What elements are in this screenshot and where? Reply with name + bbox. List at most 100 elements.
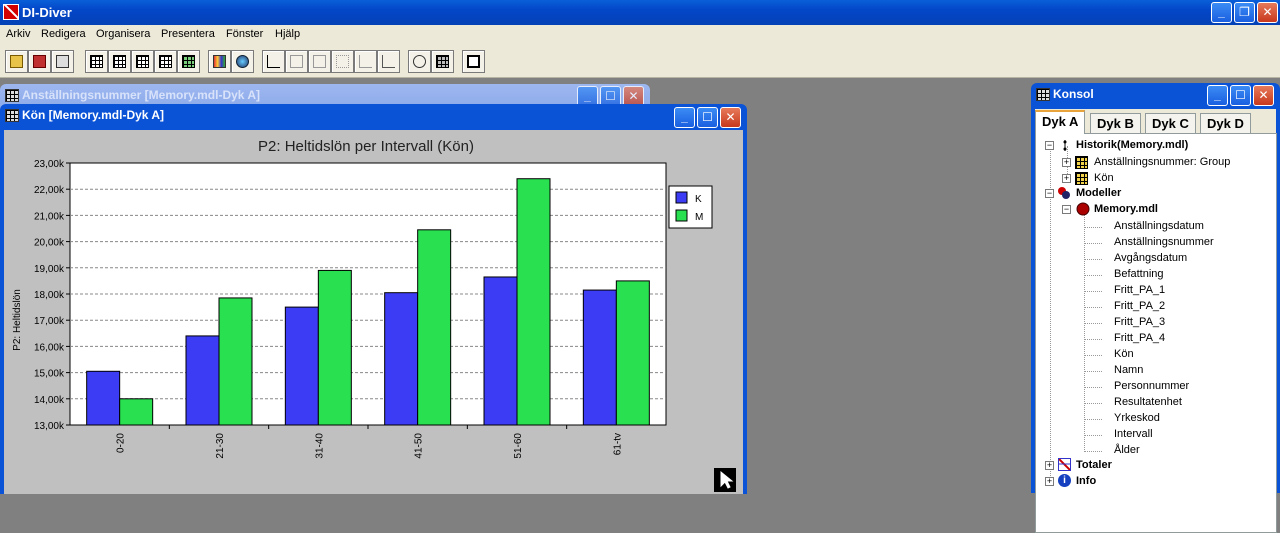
tree-node-field[interactable]: Fritt_PA_2	[1114, 300, 1165, 312]
tree-node-field[interactable]: Avgångsdatum	[1114, 252, 1187, 264]
bar-m-51-60[interactable]	[516, 178, 551, 426]
menu-fonster[interactable]: Fönster	[226, 28, 263, 40]
table-button-1[interactable]	[85, 50, 108, 73]
bar-k-41-50[interactable]	[384, 292, 419, 426]
tab-dyk-d[interactable]: Dyk D	[1200, 113, 1251, 133]
minimize-button[interactable]: _	[1211, 2, 1232, 23]
tree-node-models[interactable]: Modeller	[1076, 187, 1121, 199]
grid-icon	[436, 55, 449, 68]
maximize-button[interactable]: ☐	[697, 107, 718, 128]
collapse-toggle[interactable]: −	[1045, 141, 1054, 150]
expand-toggle[interactable]: +	[1062, 158, 1071, 167]
bar-m-61-tv[interactable]	[615, 280, 650, 426]
curve-icon	[359, 55, 372, 68]
table-icon	[1036, 88, 1050, 101]
x-tick-label: 31-40	[314, 433, 325, 459]
tree-node-field[interactable]: Personnummer	[1114, 380, 1189, 392]
tree-node-field[interactable]: Fritt_PA_1	[1114, 284, 1165, 296]
y-tick-label: 19,00k	[34, 264, 65, 275]
menu-bar: Arkiv Redigera Organisera Presentera Fön…	[0, 25, 1280, 45]
y-tick-label: 22,00k	[34, 185, 65, 196]
tree-node-field[interactable]: Fritt_PA_3	[1114, 316, 1165, 328]
palette-button[interactable]	[208, 50, 231, 73]
tool-button-9[interactable]	[462, 50, 485, 73]
bar-m-31-40[interactable]	[317, 269, 352, 426]
minimize-button[interactable]: _	[674, 107, 695, 128]
expand-toggle[interactable]: +	[1062, 174, 1071, 183]
expand-toggle[interactable]: +	[1045, 461, 1054, 470]
table-button-4[interactable]	[154, 50, 177, 73]
tree-node-field[interactable]: Fritt_PA_4	[1114, 332, 1165, 344]
tool-button-3[interactable]	[308, 50, 331, 73]
restore-button[interactable]: ❐	[1234, 2, 1255, 23]
globe-button[interactable]	[231, 50, 254, 73]
pointer-tool-button[interactable]	[714, 468, 736, 492]
bar-m-41-50[interactable]	[417, 229, 452, 426]
table-icon	[5, 89, 19, 102]
y-tick-label: 13,00k	[34, 421, 65, 432]
tool-button-7[interactable]	[408, 50, 431, 73]
y-tick-label: 21,00k	[34, 211, 65, 222]
close-file-button[interactable]	[28, 50, 51, 73]
tree-node-field[interactable]: Kön	[1114, 348, 1134, 360]
tree-node-field[interactable]: Ålder	[1114, 444, 1140, 456]
collapse-toggle[interactable]: −	[1045, 189, 1054, 198]
bar-k-51-60[interactable]	[483, 276, 518, 426]
maximize-button[interactable]: ☐	[1230, 85, 1251, 106]
print-button[interactable]	[51, 50, 74, 73]
bar-k-31-40[interactable]	[284, 306, 319, 426]
tool-button-8[interactable]	[431, 50, 454, 73]
camera-icon	[313, 55, 326, 68]
tree-node-field[interactable]: Anställningsnummer	[1114, 236, 1214, 248]
collapse-toggle[interactable]: −	[1062, 205, 1071, 214]
tree-node-field[interactable]: Anställningsdatum	[1114, 220, 1204, 232]
menu-arkiv[interactable]: Arkiv	[6, 28, 30, 40]
table-button-2[interactable]	[108, 50, 131, 73]
tab-dyk-c[interactable]: Dyk C	[1145, 113, 1196, 133]
table-icon	[159, 55, 172, 68]
window-konsol[interactable]: Konsol _ ☐ ✕ Dyk A Dyk B Dyk C Dyk D − H…	[1031, 83, 1280, 533]
info-icon: i	[1058, 474, 1071, 487]
legend-swatch-m	[675, 209, 688, 222]
close-button[interactable]: ✕	[1253, 85, 1274, 106]
line-chart-button[interactable]	[262, 50, 285, 73]
tool-button-4[interactable]	[331, 50, 354, 73]
close-button[interactable]: ✕	[720, 107, 741, 128]
menu-redigera[interactable]: Redigera	[41, 28, 86, 40]
menu-hjalp[interactable]: Hjälp	[275, 28, 300, 40]
bar-k-21-30[interactable]	[185, 335, 220, 426]
tree-node-field[interactable]: Resultatenhet	[1114, 396, 1182, 408]
table-button-5[interactable]	[177, 50, 200, 73]
tree-node-field[interactable]: Yrkeskod	[1114, 412, 1160, 424]
bar-k-0-20[interactable]	[86, 370, 121, 426]
tree-node-field[interactable]: Befattning	[1114, 268, 1164, 280]
open-button[interactable]	[5, 50, 28, 73]
bar-m-0-20[interactable]	[119, 398, 154, 426]
close-button[interactable]: ✕	[1257, 2, 1278, 23]
tree-node-field[interactable]: Intervall	[1114, 428, 1153, 440]
tab-dyk-b[interactable]: Dyk B	[1090, 113, 1141, 133]
tool-button-5[interactable]	[354, 50, 377, 73]
tree-node-info[interactable]: Info	[1076, 475, 1096, 487]
window-kon-chart[interactable]: Kön [Memory.mdl-Dyk A] _ ☐ ✕ P2: Heltids…	[0, 104, 747, 494]
menu-organisera[interactable]: Organisera	[96, 28, 150, 40]
table-icon	[1075, 172, 1088, 185]
tree-node-history-item[interactable]: Anställningsnummer: Group	[1094, 156, 1230, 168]
table-button-3[interactable]	[131, 50, 154, 73]
tree-node-model[interactable]: Memory.mdl	[1094, 203, 1158, 215]
chart-title: P2: Heltidslön per Intervall (Kön)	[258, 138, 474, 155]
bar-chart: P2: Heltidslön per Intervall (Kön) 13,00…	[12, 138, 736, 492]
bar-k-61-tv[interactable]	[582, 289, 617, 426]
tree-node-field[interactable]: Namn	[1114, 364, 1143, 376]
tree-node-totals[interactable]: Totaler	[1076, 459, 1112, 471]
minimize-button[interactable]: _	[1207, 85, 1228, 106]
tool-button-6[interactable]	[377, 50, 400, 73]
tree-node-history-item[interactable]: Kön	[1094, 172, 1114, 184]
tab-dyk-a[interactable]: Dyk A	[1035, 110, 1086, 134]
menu-presentera[interactable]: Presentera	[161, 28, 215, 40]
table-icon	[1075, 156, 1088, 169]
table-icon	[5, 109, 19, 122]
tree-node-history[interactable]: Historik(Memory.mdl)	[1076, 139, 1188, 151]
bar-m-21-30[interactable]	[218, 297, 253, 426]
tool-button-2[interactable]	[285, 50, 308, 73]
